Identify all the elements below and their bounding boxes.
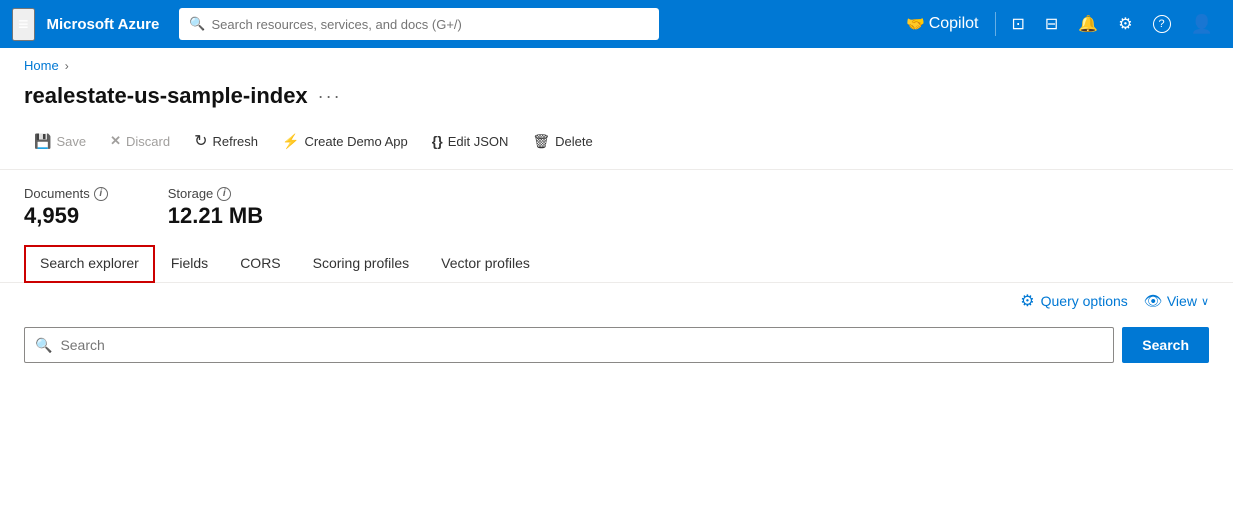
tab-cors-label: CORS (240, 255, 280, 271)
storage-info-icon[interactable]: i (217, 187, 231, 201)
global-search-box[interactable]: 🔍 (179, 8, 659, 40)
tabs: Search explorer Fields CORS Scoring prof… (0, 245, 1233, 283)
hamburger-menu-button[interactable]: ≡ (12, 8, 35, 41)
query-options-row: ⚙ Query options 👁 View ∨ (0, 283, 1233, 319)
page-options-dots[interactable]: ··· (318, 86, 342, 107)
topbar-icons: 🤝 Copilot ⊡ ⊟ 🔔 ⚙ ? 👤 (898, 8, 1221, 41)
documents-label: Documents (24, 186, 90, 201)
search-input[interactable] (60, 337, 1103, 353)
edit-json-button[interactable]: {} Edit JSON (422, 127, 519, 155)
terminal-button[interactable]: ⊡ (1004, 8, 1033, 40)
toolbar: 💾 Save ✕ Discard ↻ Refresh ⚡ Create Demo… (0, 125, 1233, 170)
save-button[interactable]: 💾 Save (24, 127, 96, 156)
tab-scoring-profiles-label: Scoring profiles (313, 255, 410, 271)
view-button[interactable]: 👁 View ∨ (1144, 292, 1209, 310)
breadcrumb-home[interactable]: Home (24, 58, 59, 73)
brand-name: Microsoft Azure (47, 16, 160, 33)
copilot-label: Copilot (929, 15, 979, 33)
search-button[interactable]: Search (1122, 327, 1209, 363)
query-options-button[interactable]: ⚙ Query options (1020, 291, 1128, 311)
settings-button[interactable]: ⚙ (1110, 8, 1140, 40)
page-header: realestate-us-sample-index ··· (0, 77, 1233, 125)
view-eye-icon: 👁 (1144, 292, 1163, 310)
topbar: ≡ Microsoft Azure 🔍 🤝 Copilot ⊡ ⊟ 🔔 ⚙ ? … (0, 0, 1233, 48)
search-bar-row: 🔍 Search (0, 319, 1233, 379)
help-button[interactable]: ? (1145, 9, 1179, 39)
tab-fields[interactable]: Fields (155, 245, 224, 283)
edit-json-label: Edit JSON (448, 134, 509, 149)
chevron-down-icon: ∨ (1201, 295, 1209, 308)
documents-info-icon[interactable]: i (94, 187, 108, 201)
tab-search-explorer[interactable]: Search explorer (24, 245, 155, 283)
create-demo-app-button[interactable]: ⚡ Create Demo App (272, 127, 418, 156)
view-label: View (1167, 293, 1197, 309)
breadcrumb: Home › (0, 48, 1233, 77)
edit-json-icon: {} (432, 133, 443, 149)
refresh-icon: ↻ (194, 131, 207, 151)
delete-icon: 🗑 (532, 133, 550, 150)
search-input-wrap[interactable]: 🔍 (24, 327, 1114, 363)
profile-button[interactable]: 👤 (1183, 8, 1221, 41)
device-button[interactable]: ⊟ (1037, 8, 1066, 40)
global-search-input[interactable] (212, 17, 650, 32)
tab-search-explorer-label: Search explorer (40, 255, 139, 271)
tab-vector-profiles-label: Vector profiles (441, 255, 530, 271)
storage-value: 12.21 MB (168, 203, 263, 229)
breadcrumb-separator: › (65, 59, 69, 73)
storage-stat: Storage i 12.21 MB (168, 186, 263, 229)
query-options-label: Query options (1041, 293, 1128, 309)
delete-button[interactable]: 🗑 Delete (522, 127, 602, 156)
discard-icon: ✕ (110, 133, 121, 149)
refresh-label: Refresh (212, 134, 258, 149)
refresh-button[interactable]: ↻ Refresh (184, 125, 268, 157)
discard-button[interactable]: ✕ Discard (100, 127, 180, 155)
copilot-icon: 🤝 (906, 15, 925, 33)
create-demo-icon: ⚡ (282, 133, 299, 150)
save-label: Save (56, 134, 86, 149)
terminal-icon: ⊡ (1012, 14, 1025, 34)
copilot-button[interactable]: 🤝 Copilot (898, 9, 987, 39)
device-icon: ⊟ (1045, 14, 1058, 34)
tab-fields-label: Fields (171, 255, 208, 271)
storage-label: Storage (168, 186, 214, 201)
help-icon: ? (1153, 15, 1171, 33)
query-options-gear-icon: ⚙ (1020, 291, 1034, 311)
tab-scoring-profiles[interactable]: Scoring profiles (297, 245, 426, 283)
global-search-icon: 🔍 (189, 16, 205, 32)
create-demo-label: Create Demo App (304, 134, 407, 149)
notifications-button[interactable]: 🔔 (1070, 8, 1106, 40)
stats-row: Documents i 4,959 Storage i 12.21 MB (0, 170, 1233, 237)
save-icon: 💾 (34, 133, 51, 150)
settings-icon: ⚙ (1118, 14, 1132, 34)
documents-stat: Documents i 4,959 (24, 186, 108, 229)
tab-vector-profiles[interactable]: Vector profiles (425, 245, 546, 283)
bell-icon: 🔔 (1078, 14, 1098, 34)
profile-icon: 👤 (1191, 14, 1213, 35)
topbar-divider-1 (995, 12, 996, 36)
hamburger-icon: ≡ (18, 14, 29, 34)
search-button-label: Search (1142, 337, 1189, 353)
discard-label: Discard (126, 134, 170, 149)
tab-cors[interactable]: CORS (224, 245, 296, 283)
delete-label: Delete (555, 134, 593, 149)
page-title: realestate-us-sample-index (24, 83, 308, 109)
search-small-icon: 🔍 (35, 337, 52, 354)
documents-value: 4,959 (24, 203, 108, 229)
